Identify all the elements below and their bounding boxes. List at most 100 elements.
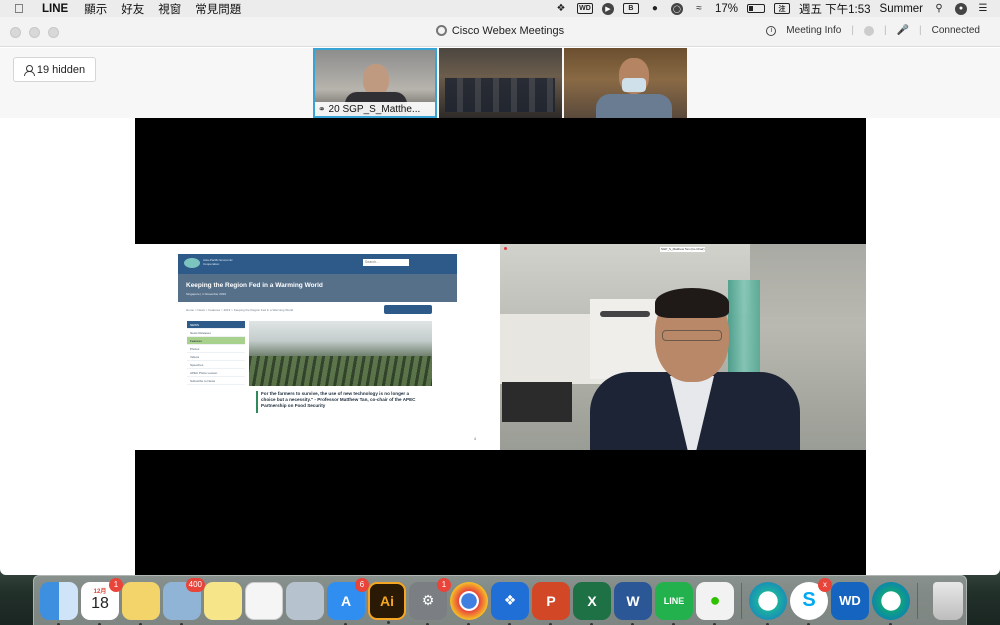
apec-logo-icon — [184, 258, 200, 268]
trash-icon[interactable] — [933, 581, 963, 620]
siri-icon[interactable]: ● — [955, 2, 967, 15]
appstore-icon[interactable]: A 6 — [327, 577, 369, 625]
chrome-icon[interactable] — [450, 581, 488, 625]
excel-icon[interactable]: X — [573, 581, 611, 625]
cabinet-rod — [600, 311, 650, 317]
menu-faq[interactable]: 常見問題 — [195, 1, 241, 17]
slide-menu-item: Features — [187, 337, 245, 345]
menu-view[interactable]: 顯示 — [84, 1, 107, 17]
dropbox-icon[interactable]: ❖ — [491, 581, 529, 625]
webex-status-icon[interactable]: ◯ — [670, 2, 683, 15]
reminders-icon[interactable] — [245, 581, 283, 620]
word-icon[interactable]: W — [614, 581, 652, 625]
calendar-icon[interactable]: 12月 18 1 — [81, 577, 123, 625]
slide-menu-item: Videos — [187, 353, 245, 361]
divider: | — [883, 25, 887, 36]
slide-menu-item: Photos — [187, 345, 245, 353]
recording-indicator-icon[interactable] — [863, 25, 874, 36]
speaker-name-tag: SGP_S_Matthew Tan (Co-Chair) — [660, 247, 705, 252]
shared-content[interactable]: Asia-Pacific Economic Cooperation Search… — [135, 244, 500, 450]
skype-icon[interactable]: S x — [790, 577, 832, 625]
stickies-icon[interactable] — [122, 581, 160, 625]
preferences-badge: 1 — [437, 577, 451, 592]
line-icon[interactable]: LINE — [655, 581, 693, 625]
webex-meetings-icon[interactable] — [872, 581, 910, 625]
slide-title: Keeping the Region Fed in a Warming Worl… — [186, 282, 323, 289]
divider: | — [851, 25, 854, 36]
divider: | — [919, 25, 922, 36]
menu-friends[interactable]: 好友 — [121, 1, 144, 17]
vineyard-rows — [249, 356, 432, 386]
input-method-icon[interactable]: 注 — [773, 3, 790, 14]
slide-site-name: Asia-Pacific Economic Cooperation — [203, 258, 233, 266]
face-mask — [622, 78, 646, 92]
media-play-icon[interactable]: ▶ — [601, 2, 614, 15]
appstore-badge: 6 — [355, 577, 369, 592]
apple-menu-icon[interactable]:  — [14, 1, 28, 16]
webex-logo-icon — [435, 25, 447, 36]
skype-badge: x — [818, 577, 832, 592]
recording-dot-icon — [504, 247, 507, 250]
menu-app-name[interactable]: LINE — [42, 3, 68, 15]
b-status-icon[interactable]: B — [622, 3, 639, 14]
main-video-stage[interactable]: Asia-Pacific Economic Cooperation Search… — [135, 118, 866, 575]
active-speaker-video[interactable]: SGP_S_Matthew Tan (Co-Chair) — [500, 244, 866, 450]
spotlight-search-icon[interactable]: ⚲ — [932, 3, 946, 15]
webex-icon[interactable] — [749, 581, 787, 625]
slide-banner: Asia-Pacific Economic Cooperation Search… — [178, 254, 457, 302]
meeting-info-button[interactable]: Meeting Info — [786, 25, 841, 36]
notes-icon[interactable] — [204, 581, 242, 620]
dock-separator — [917, 582, 918, 619]
menu-clock[interactable]: 週五 下午1:53 — [799, 1, 871, 17]
menu-window[interactable]: 視窗 — [158, 1, 181, 17]
room-tv — [502, 382, 572, 422]
participant-thumbnail[interactable]: ⚭ 20 SGP_S_Matthe... — [313, 48, 437, 118]
title-bar: Cisco Webex Meetings i Meeting Info | | … — [0, 17, 1000, 47]
window-title-text: Cisco Webex Meetings — [451, 25, 565, 37]
microphone-icon: ⚭ — [318, 103, 326, 114]
person-icon — [23, 64, 35, 76]
mail-icon[interactable]: 400 — [163, 577, 205, 625]
calendar-day: 18 — [91, 595, 109, 612]
illustrator-icon[interactable]: Ai — [368, 581, 406, 624]
notification-center-icon[interactable]: ☰ — [976, 3, 990, 15]
participant-strip: 19 hidden ⚭ 20 SGP_S_Matthe... — [0, 48, 1000, 118]
photos-badge: 400 — [185, 577, 205, 592]
vineyard-image — [249, 321, 432, 386]
system-preferences-icon[interactable]: ⚙ 1 — [409, 577, 451, 625]
participant-thumbnail[interactable] — [439, 48, 562, 118]
hidden-participants-button[interactable]: 19 hidden — [13, 57, 96, 82]
slide-page-number: 4 — [474, 437, 476, 441]
preview-icon[interactable] — [286, 581, 324, 620]
webex-window: Cisco Webex Meetings i Meeting Info | | … — [0, 17, 1000, 575]
menu-user[interactable]: Summer — [880, 3, 923, 15]
slide-side-menu: NEWS News Releases Features Photos Video… — [187, 321, 245, 385]
slide-menu-item: NEWS — [187, 321, 245, 329]
dock: 12月 18 1 400 A 6 Ai ⚙ 1 ❖ P X W LINE ● S… — [33, 575, 967, 625]
menu-bar:  LINE 顯示 好友 視窗 常見問題 ❖ WD ▶ B ● ◯ ≈ 17% … — [0, 0, 1000, 17]
wd-icon[interactable]: WD — [831, 581, 869, 620]
powerpoint-icon[interactable]: P — [532, 581, 570, 625]
slide-menu-item: News Releases — [187, 329, 245, 337]
speaker-hair — [655, 288, 729, 318]
connection-status: Connected — [931, 25, 980, 36]
microphone-icon[interactable]: 🎤 — [897, 25, 909, 36]
participant-name-tag: ⚭ 20 SGP_S_Matthe... — [315, 102, 435, 116]
dock-separator — [741, 582, 742, 619]
slide-menu-item: Subscribe to News — [187, 377, 245, 385]
wechat-icon[interactable]: ● — [696, 581, 734, 625]
calendar-badge: 1 — [109, 577, 123, 592]
line-status-icon[interactable]: ● — [648, 3, 662, 15]
slide-menu-item: APEC Photo Lesson — [187, 369, 245, 377]
hidden-participants-label: 19 hidden — [36, 63, 86, 76]
wd-status-icon[interactable]: WD — [576, 3, 593, 14]
wifi-icon[interactable]: ≈ — [692, 3, 706, 15]
battery-icon[interactable] — [746, 4, 765, 13]
speaker-glasses — [662, 330, 722, 341]
info-icon[interactable]: i — [766, 25, 777, 36]
dropbox-status-icon[interactable]: ❖ — [554, 3, 568, 15]
slide-nav-bar: Asia-Pacific Economic Cooperation Search… — [178, 254, 457, 274]
finder-icon[interactable] — [40, 581, 78, 625]
slide-menu-item: Speeches — [187, 361, 245, 369]
participant-thumbnail[interactable] — [564, 48, 687, 118]
